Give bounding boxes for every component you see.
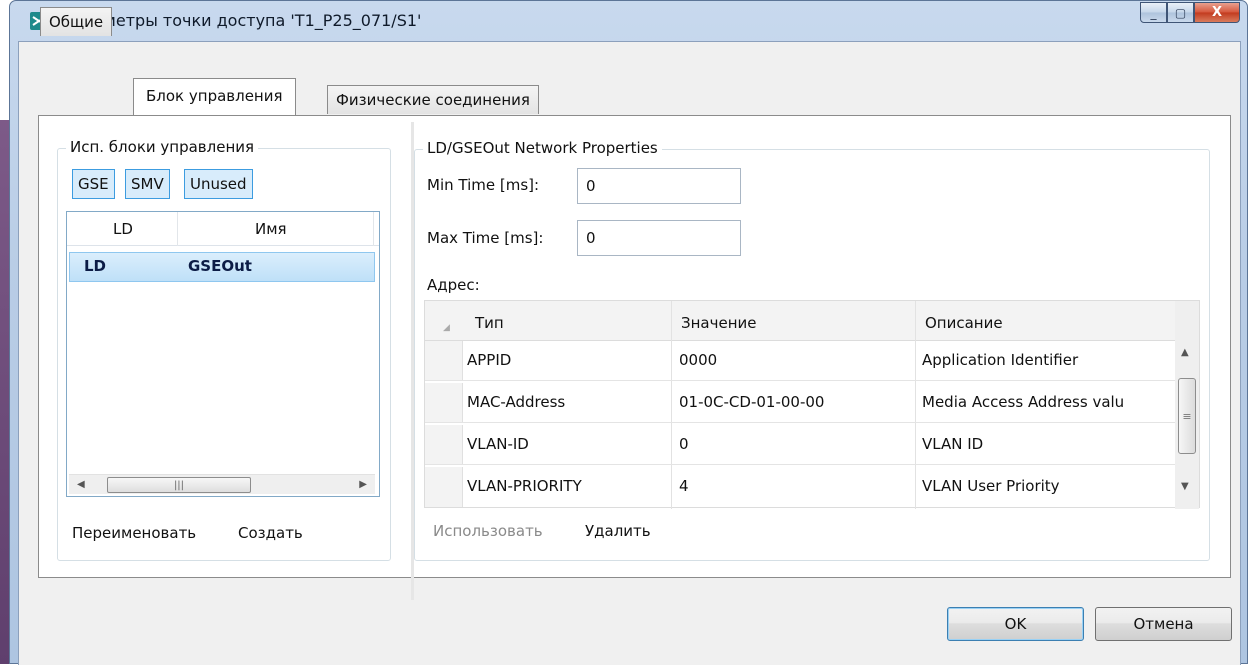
tab-control-block[interactable]: Блок управления [133, 78, 296, 115]
sort-corner-icon: ◢ [443, 323, 450, 333]
ok-button[interactable]: OK [947, 607, 1084, 641]
horizontal-scrollbar[interactable]: ◀ ||| ▶ [69, 474, 375, 494]
rename-button[interactable]: Переименовать [72, 524, 196, 542]
group-title: LD/GSEOut Network Properties [423, 139, 662, 157]
column-header-description[interactable]: Описание [925, 314, 1003, 332]
column-header-name[interactable]: Имя [255, 220, 287, 238]
create-button[interactable]: Создать [238, 524, 303, 542]
window-title: Параметры точки доступа 'T1_P25_071/S1' [62, 11, 422, 30]
vertical-scrollbar[interactable]: ▲ ≡ ▼ [1175, 301, 1199, 509]
scroll-thumb[interactable]: ||| [107, 477, 251, 493]
grid-header: ◢ Тип Значение Описание [425, 301, 1177, 341]
tab-label: Блок управления [146, 87, 283, 105]
cell-type[interactable]: VLAN-ID [467, 435, 529, 453]
tab-label: Общие [49, 13, 104, 31]
list-item-ld: LD [84, 257, 107, 275]
cancel-button[interactable]: Отмена [1095, 607, 1232, 641]
scroll-left-icon[interactable]: ◀ [77, 479, 85, 490]
max-time-input[interactable]: 0 [577, 220, 741, 256]
control-blocks-group: Исп. блоки управления GSE SMV Unused LD … [57, 138, 391, 561]
tab-physical-connections[interactable]: Физические соединения [327, 85, 539, 114]
min-time-label: Min Time [ms]: [427, 176, 540, 194]
scroll-right-icon[interactable]: ▶ [359, 479, 367, 490]
row-header[interactable] [425, 425, 463, 464]
group-title: Исп. блоки управления [66, 138, 259, 156]
grip-icon: ||| [173, 479, 185, 491]
control-block-list[interactable]: LD Имя LD GSEOut ◀ ||| ▶ [66, 211, 380, 497]
background-strip [0, 120, 9, 664]
row-header[interactable] [425, 341, 463, 380]
cell-description[interactable]: VLAN User Priority [922, 477, 1174, 495]
use-button[interactable]: Использовать [433, 522, 543, 540]
scroll-down-icon[interactable]: ▼ [1181, 481, 1189, 492]
filter-smv[interactable]: SMV [125, 169, 170, 199]
delete-button[interactable]: Удалить [585, 522, 651, 540]
filter-unused[interactable]: Unused [184, 169, 253, 199]
close-button[interactable]: X [1194, 2, 1240, 23]
list-item-name: GSEOut [188, 257, 252, 275]
maximize-icon: ▢ [1174, 5, 1187, 20]
address-label: Адрес: [427, 276, 480, 294]
column-header-ld[interactable]: LD [113, 220, 133, 238]
cell-description[interactable]: Media Access Address valu [922, 393, 1174, 411]
minimize-icon: _ [1150, 5, 1157, 20]
filter-gse[interactable]: GSE [72, 169, 115, 199]
grip-icon: ≡ [1182, 409, 1192, 423]
list-header: LD Имя [67, 212, 379, 246]
cell-value[interactable]: 0 [679, 435, 689, 453]
caption-buttons: _ ▢ X [1140, 2, 1240, 23]
cell-type[interactable]: MAC-Address [467, 393, 565, 411]
address-grid[interactable]: ◢ Тип Значение Описание APPID 0000 Appli… [424, 300, 1200, 509]
column-header-value[interactable]: Значение [681, 314, 757, 332]
title-bar[interactable]: Параметры точки доступа 'T1_P25_071/S1' … [10, 1, 1247, 41]
min-time-input[interactable]: 0 [577, 168, 741, 204]
tab-general[interactable]: Общие [40, 7, 113, 36]
row-header[interactable] [425, 467, 463, 507]
scroll-up-icon[interactable]: ▲ [1181, 347, 1189, 358]
column-header-type[interactable]: Тип [475, 314, 504, 332]
cell-value[interactable]: 01-0C-CD-01-00-00 [679, 393, 824, 411]
list-item[interactable]: LD GSEOut [69, 252, 375, 282]
row-header[interactable] [425, 383, 463, 422]
table-row[interactable]: MAC-Address 01-0C-CD-01-00-00 Media Acce… [425, 383, 1177, 423]
max-time-label: Max Time [ms]: [427, 229, 544, 247]
cell-value[interactable]: 4 [679, 477, 689, 495]
cell-description[interactable]: Application Identifier [922, 351, 1174, 369]
table-row[interactable]: VLAN-PRIORITY 4 VLAN User Priority [425, 467, 1177, 507]
cell-description[interactable]: VLAN ID [922, 435, 1174, 453]
close-icon: X [1211, 5, 1223, 20]
filter-chips: GSE SMV Unused [72, 169, 272, 201]
table-row[interactable]: VLAN-ID 0 VLAN ID [425, 425, 1177, 465]
cell-type[interactable]: VLAN-PRIORITY [467, 477, 582, 495]
table-row[interactable]: APPID 0000 Application Identifier [425, 341, 1177, 381]
minimize-button[interactable]: _ [1140, 2, 1167, 23]
cell-value[interactable]: 0000 [679, 351, 717, 369]
scroll-thumb[interactable]: ≡ [1178, 378, 1196, 454]
maximize-button[interactable]: ▢ [1167, 2, 1194, 23]
cell-type[interactable]: APPID [467, 351, 511, 369]
tab-label: Физические соединения [336, 91, 530, 109]
